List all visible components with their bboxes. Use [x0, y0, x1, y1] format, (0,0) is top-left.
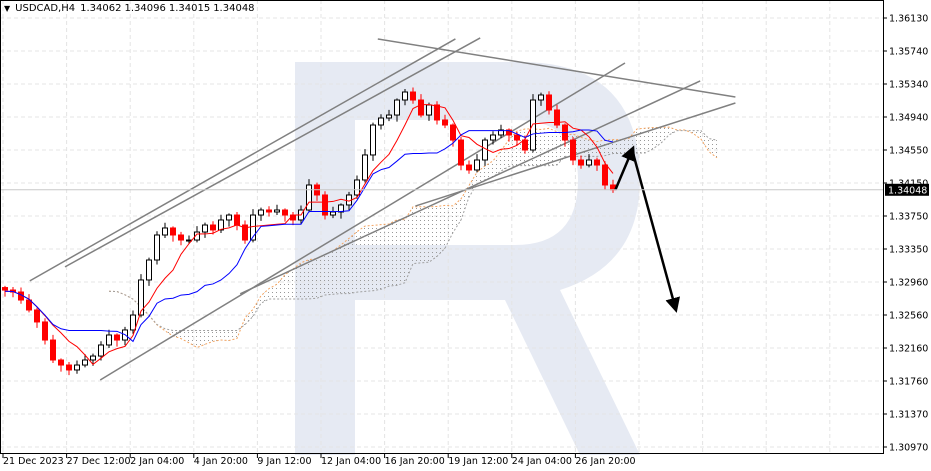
price-axis-label: 1.30970: [889, 443, 928, 454]
candle-body: [306, 184, 312, 211]
candle-body: [114, 334, 120, 341]
candle-body: [178, 234, 184, 241]
time-axis-label: 19 Jan 12:00: [448, 456, 508, 467]
price-axis-label: 1.35740: [889, 47, 928, 58]
candle-body: [154, 234, 160, 261]
chart-header: ▼ USDCAD,H4 1.34062 1.34096 1.34015 1.34…: [4, 3, 255, 14]
candle-body: [82, 359, 88, 366]
candle-body: [378, 117, 384, 126]
candle-body: [226, 214, 232, 221]
time-axis-label: 9 Jan 12:00: [257, 456, 311, 467]
candle-body: [490, 134, 496, 141]
candle-body: [418, 99, 424, 116]
candle-body: [386, 114, 392, 119]
candle-body: [570, 139, 576, 161]
price-axis-label: 1.32960: [889, 278, 928, 289]
candle-body: [234, 214, 240, 226]
chart-window[interactable]: 1.361301.357401.353401.349401.345501.341…: [0, 0, 931, 471]
candle-body: [98, 344, 104, 357]
candle-body: [258, 209, 264, 216]
candle-body: [330, 211, 336, 216]
candle-body: [146, 259, 152, 281]
candle-body: [322, 194, 328, 216]
high-value: 1.34096: [124, 3, 166, 14]
price-axis-label: 1.36130: [889, 14, 928, 25]
candle-body: [450, 124, 456, 141]
candle-body: [482, 139, 488, 161]
price-axis-label: 1.32160: [889, 344, 928, 355]
price-chart[interactable]: 1.361301.357401.353401.349401.345501.341…: [0, 0, 931, 471]
price-axis-label: 1.33350: [889, 245, 928, 256]
candle-body: [218, 219, 224, 231]
candle-body: [474, 159, 480, 171]
forecast-arrow: [630, 149, 680, 313]
candle-body: [458, 139, 464, 166]
time-axis-label: 2 Jan 04:00: [130, 456, 184, 467]
candle-body: [274, 209, 280, 213]
candle-body: [370, 124, 376, 156]
candle-body: [66, 364, 72, 371]
close-value: 1.34048: [213, 3, 255, 14]
candle-body: [410, 91, 416, 101]
price-axis-label: 1.33750: [889, 212, 928, 223]
candle-body: [434, 104, 440, 121]
price-axis-label: 1.35340: [889, 80, 928, 91]
price-axis-label: 1.32560: [889, 311, 928, 322]
candle-body: [2, 287, 8, 291]
candle-body: [466, 164, 472, 171]
candle-body: [594, 159, 600, 166]
time-axis-label: 16 Jan 20:00: [385, 456, 445, 467]
price-axis-label: 1.34940: [889, 113, 928, 124]
candle-body: [546, 94, 552, 111]
candle-body: [162, 227, 168, 236]
time-axis-label: 12 Jan 04:00: [321, 456, 381, 467]
candle-body: [282, 209, 288, 216]
candle-body: [130, 314, 136, 331]
candle-body: [50, 339, 56, 361]
candle-body: [266, 209, 272, 213]
time-axis-label: 26 Jan 20:00: [575, 456, 635, 467]
candle-body: [362, 154, 368, 181]
candle-body: [394, 99, 400, 116]
candle-body: [578, 159, 584, 166]
candle-body: [602, 164, 608, 186]
candle-body: [210, 224, 216, 231]
candle-body: [106, 334, 112, 346]
price-axis-label: 1.31760: [889, 377, 928, 388]
time-axis-label: 4 Jan 20:00: [194, 456, 248, 467]
candle-body: [586, 159, 592, 166]
candle-body: [354, 179, 360, 196]
candle-body: [402, 91, 408, 101]
candle-body: [90, 355, 96, 361]
time-axis-label: 24 Jan 04:00: [512, 456, 572, 467]
time-axis-label: 27 Dec 12:00: [67, 456, 131, 467]
candle-body: [74, 364, 80, 371]
candle-body: [538, 94, 544, 101]
collapse-arrow-icon[interactable]: ▼: [4, 4, 10, 14]
open-value: 1.34062: [80, 3, 122, 14]
candle-body: [34, 309, 40, 323]
time-axis-label: 21 Dec 2023: [3, 456, 64, 467]
candle-body: [58, 359, 64, 366]
price-axis-label: 1.31370: [889, 410, 928, 421]
candle-body: [514, 134, 520, 141]
price-axis-label: 1.34550: [889, 146, 928, 157]
symbol-label: USDCAD,H4: [15, 3, 76, 14]
candle-body: [522, 139, 528, 151]
candle-body: [202, 224, 208, 233]
current-price-label: 1.34048: [888, 185, 927, 196]
candle-body: [442, 119, 448, 126]
candle-body: [42, 321, 48, 341]
low-value: 1.34015: [168, 3, 211, 14]
candle-body: [426, 104, 432, 116]
candle-body: [170, 227, 176, 236]
